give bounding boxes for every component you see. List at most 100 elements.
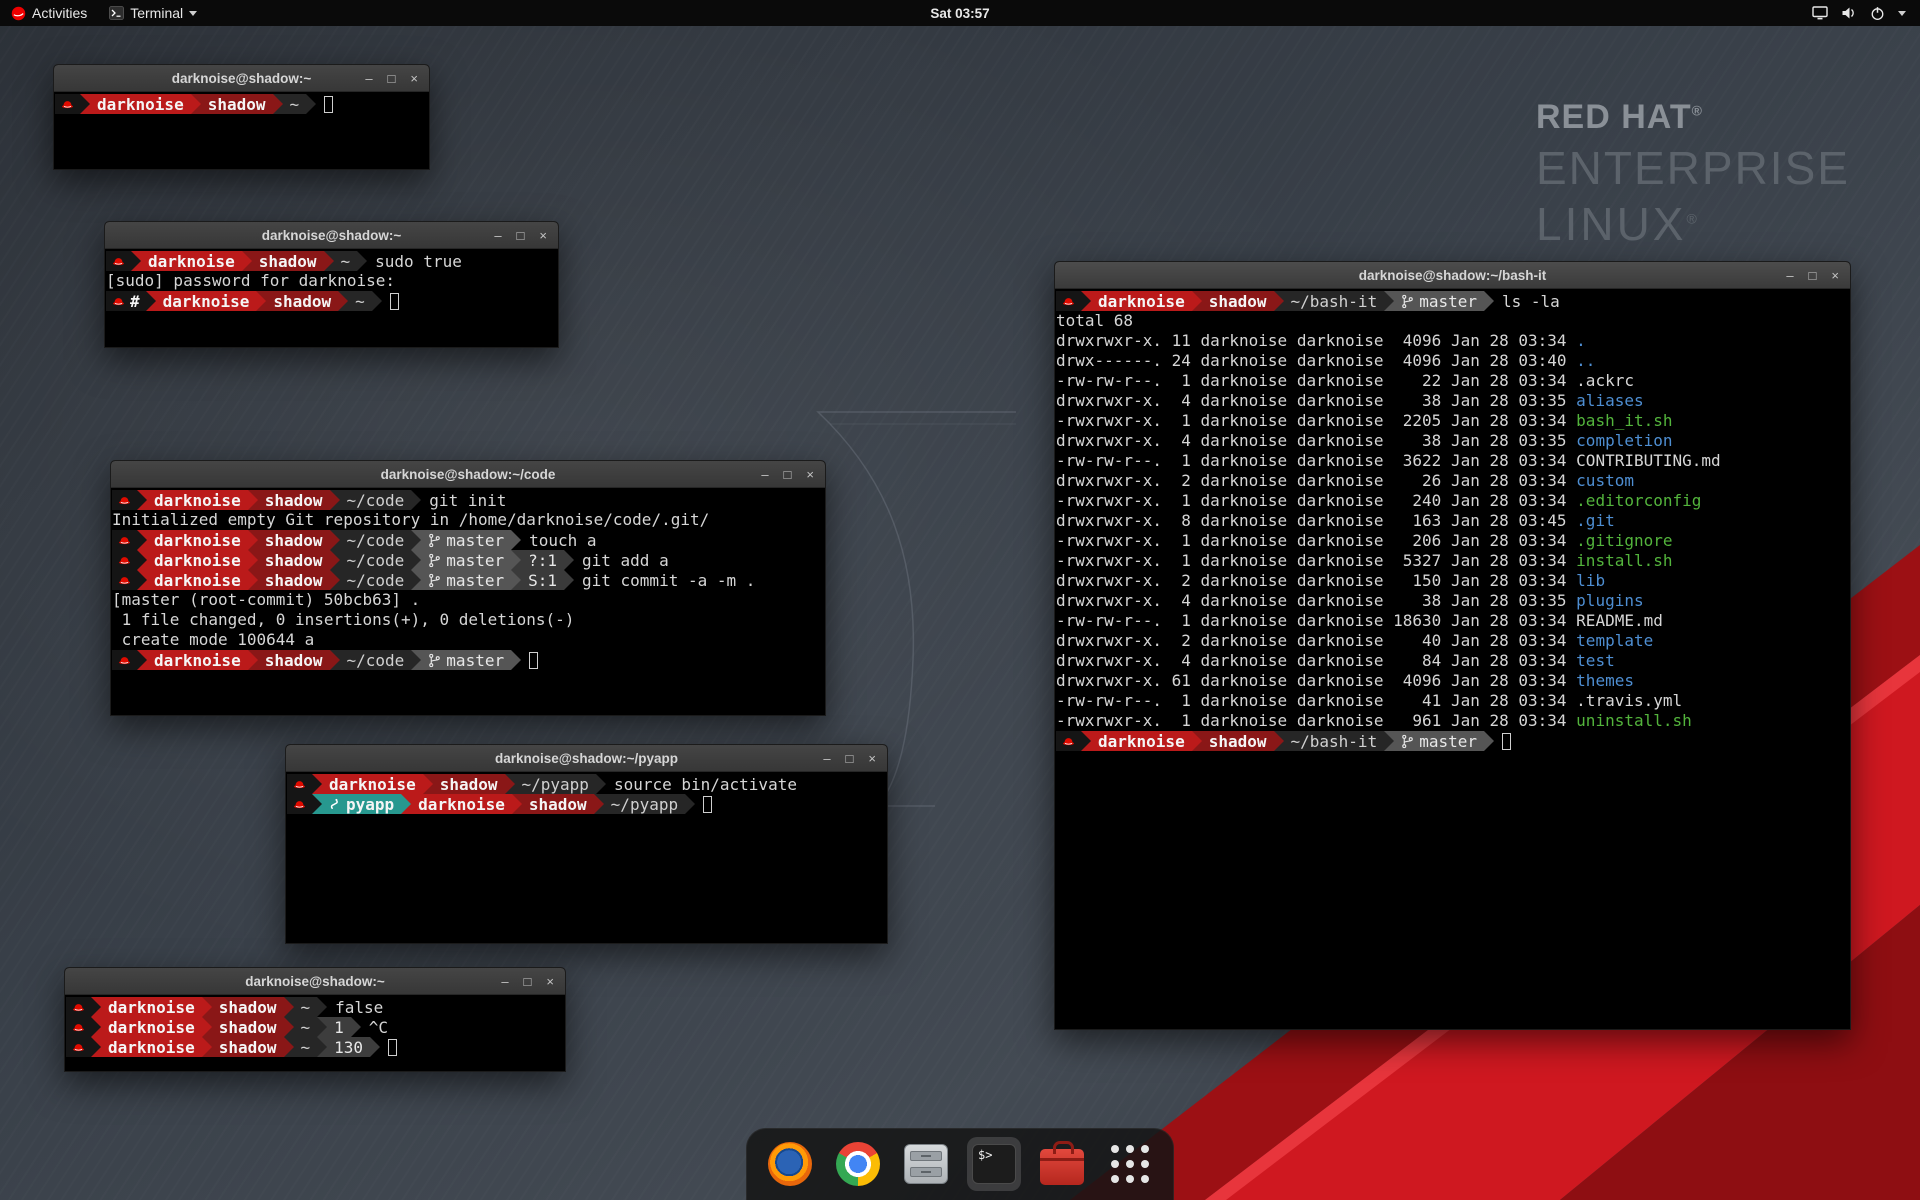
- red-hat-icon: [118, 494, 131, 507]
- python-icon: [329, 798, 341, 810]
- close-button[interactable]: ×: [806, 468, 814, 481]
- close-button[interactable]: ×: [410, 72, 418, 85]
- hat-segment: [55, 94, 80, 114]
- host-segment: shadow: [212, 1037, 284, 1057]
- dock-item-terminal[interactable]: $>: [967, 1137, 1021, 1191]
- powerline-arrow: [338, 291, 348, 311]
- command-text: source bin/activate: [606, 775, 797, 794]
- prompt-line: darknoiseshadow~/codegit init: [112, 490, 825, 510]
- dock-item-chrome[interactable]: [831, 1137, 885, 1191]
- user-segment: darknoise: [141, 251, 242, 271]
- maximize-button[interactable]: □: [517, 229, 525, 242]
- powerline-arrow: [1192, 291, 1202, 311]
- git-segment: master: [1394, 731, 1484, 751]
- red-hat-icon: [61, 98, 74, 111]
- file-name: .: [1576, 331, 1586, 350]
- firefox-icon: [768, 1142, 812, 1186]
- powerline-arrow: [317, 1037, 327, 1057]
- powerline-arrow: [91, 997, 101, 1017]
- minimize-button[interactable]: –: [501, 975, 508, 988]
- file-attributes: drwxrwxr-x. 2 darknoise darknoise 26 Jan…: [1056, 471, 1576, 490]
- file-name: uninstall.sh: [1576, 711, 1692, 730]
- maximize-button[interactable]: □: [388, 72, 396, 85]
- terminal-content[interactable]: darknoiseshadow~sudo true[sudo] password…: [105, 249, 558, 311]
- dock-item-software[interactable]: [1035, 1137, 1089, 1191]
- minimize-button[interactable]: –: [1786, 269, 1793, 282]
- hat-segment: [66, 1017, 91, 1037]
- activities-button[interactable]: Activities: [0, 0, 98, 26]
- window-titlebar[interactable]: darknoise@shadow:~ – □ ×: [65, 968, 565, 995]
- window-titlebar[interactable]: darknoise@shadow:~/pyapp – □ ×: [286, 745, 887, 772]
- maximize-button[interactable]: □: [784, 468, 792, 481]
- powerline-arrow: [317, 1017, 327, 1037]
- window-titlebar[interactable]: darknoise@shadow:~/code – □ ×: [111, 461, 825, 488]
- file-list-row: drwx------. 24 darknoise darknoise 4096 …: [1056, 351, 1850, 371]
- file-list-row: drwxrwxr-x. 8 darknoise darknoise 163 Ja…: [1056, 511, 1850, 531]
- powerline-arrow: [511, 530, 521, 550]
- close-button[interactable]: ×: [868, 752, 876, 765]
- dock-item-app-grid[interactable]: [1103, 1137, 1157, 1191]
- prompt-line: darknoiseshadow~/bash-itmaster: [1056, 731, 1850, 751]
- venv-segment: pyapp: [322, 794, 401, 814]
- window-controls: – □ ×: [761, 468, 825, 481]
- maximize-button[interactable]: □: [846, 752, 854, 765]
- terminal-content[interactable]: darknoiseshadow~falsedarknoiseshadow~1^C…: [65, 995, 565, 1057]
- terminal-content[interactable]: darknoiseshadow~: [54, 92, 429, 114]
- close-button[interactable]: ×: [1831, 269, 1839, 282]
- maximize-button[interactable]: □: [524, 975, 532, 988]
- chevron-down-icon: [189, 11, 197, 16]
- path-segment: ~: [294, 1017, 318, 1037]
- hat-segment: [1056, 731, 1081, 751]
- file-attributes: -rw-rw-r--. 1 darknoise darknoise 41 Jan…: [1056, 691, 1576, 710]
- minimize-button[interactable]: –: [823, 752, 830, 765]
- clock[interactable]: Sat 03:57: [930, 6, 989, 21]
- system-status-area[interactable]: [1798, 0, 1920, 26]
- app-menu-terminal[interactable]: Terminal: [98, 0, 208, 26]
- powerline-arrow: [312, 774, 322, 794]
- prompt-line: darknoiseshadow~false: [66, 997, 565, 1017]
- window-titlebar[interactable]: darknoise@shadow:~ – □ ×: [105, 222, 558, 249]
- chrome-icon: [836, 1142, 880, 1186]
- dock-item-files[interactable]: [899, 1137, 953, 1191]
- minimize-button[interactable]: –: [365, 72, 372, 85]
- user-segment: darknoise: [147, 650, 248, 670]
- window-title: darknoise@shadow:~: [172, 71, 312, 86]
- window-titlebar[interactable]: darknoise@shadow:~ – □ ×: [54, 65, 429, 92]
- user-segment: darknoise: [147, 570, 248, 590]
- minimize-button[interactable]: –: [494, 229, 501, 242]
- powerline-arrow: [330, 490, 340, 510]
- terminal-content[interactable]: darknoiseshadow~/pyappsource bin/activat…: [286, 772, 887, 814]
- powerline-arrow: [137, 530, 147, 550]
- red-hat-icon: [118, 654, 131, 667]
- terminal-content[interactable]: darknoiseshadow~/codegit initInitialized…: [111, 488, 825, 670]
- window-title: darknoise@shadow:~/pyapp: [495, 751, 678, 766]
- file-list-row: -rwxrwxr-x. 1 darknoise darknoise 5327 J…: [1056, 551, 1850, 571]
- powerline-arrow: [330, 570, 340, 590]
- file-attributes: drwxrwxr-x. 2 darknoise darknoise 150 Ja…: [1056, 571, 1576, 590]
- software-icon: [1040, 1149, 1084, 1185]
- user-segment: darknoise: [1091, 291, 1192, 311]
- window-titlebar[interactable]: darknoise@shadow:~/bash-it – □ ×: [1055, 262, 1850, 289]
- dock-item-firefox[interactable]: [763, 1137, 817, 1191]
- powerline-arrow: [512, 794, 522, 814]
- file-list-row: drwxrwxr-x. 2 darknoise darknoise 40 Jan…: [1056, 631, 1850, 651]
- terminal-window-sudo: darknoise@shadow:~ – □ × darknoiseshadow…: [104, 221, 559, 348]
- path-segment: ~: [283, 94, 307, 114]
- powerline-arrow: [248, 550, 258, 570]
- close-button[interactable]: ×: [539, 229, 547, 242]
- terminal-cursor: [388, 1039, 397, 1056]
- activities-label: Activities: [32, 5, 87, 21]
- file-name: CONTRIBUTING.md: [1576, 451, 1721, 470]
- close-button[interactable]: ×: [546, 975, 554, 988]
- git-segment: master: [1394, 291, 1484, 311]
- prompt-line: darknoiseshadow~/pyappsource bin/activat…: [287, 774, 887, 794]
- minimize-button[interactable]: –: [761, 468, 768, 481]
- terminal-icon: $>: [972, 1144, 1016, 1184]
- terminal-window-bash-it: darknoise@shadow:~/bash-it – □ × darknoi…: [1054, 261, 1851, 1030]
- file-list-row: drwxrwxr-x. 4 darknoise darknoise 38 Jan…: [1056, 591, 1850, 611]
- file-list-row: drwxrwxr-x. 4 darknoise darknoise 38 Jan…: [1056, 391, 1850, 411]
- red-hat-icon: [112, 255, 125, 268]
- terminal-content[interactable]: darknoiseshadow~/bash-itmasterls -latota…: [1055, 289, 1850, 751]
- maximize-button[interactable]: □: [1809, 269, 1817, 282]
- red-hat-icon: [293, 798, 306, 811]
